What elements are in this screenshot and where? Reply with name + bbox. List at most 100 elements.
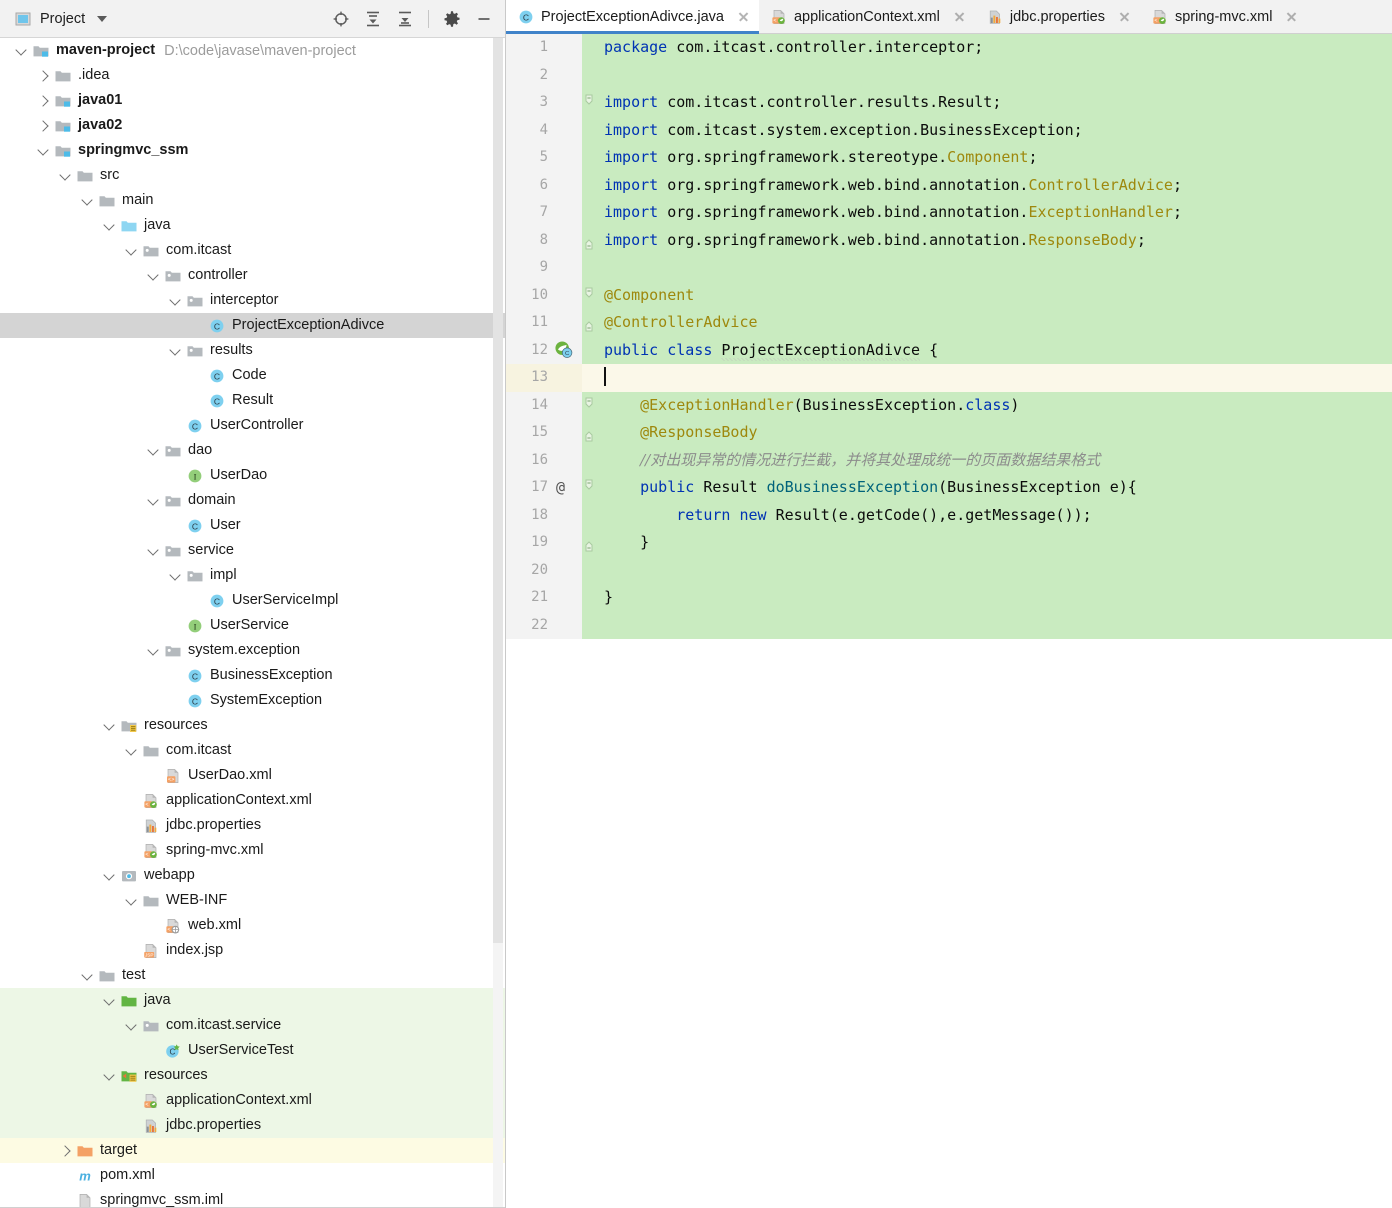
code-line[interactable]: 14 @ExceptionHandler(BusinessException.c… bbox=[506, 391, 1392, 420]
tree-node-projectexceptionadivce[interactable]: C ProjectExceptionAdivce bbox=[0, 313, 505, 338]
code-line[interactable]: 16 //对出现异常的情况进行拦截，并将其处理成统一的页面数据结果格式 bbox=[506, 446, 1392, 474]
tree-node-webapp[interactable]: webapp bbox=[0, 863, 505, 888]
chevron-down-icon[interactable] bbox=[58, 168, 74, 184]
chevron-down-icon[interactable] bbox=[80, 193, 96, 209]
tree-node-code[interactable]: C Code bbox=[0, 363, 505, 388]
tree-node-java[interactable]: java bbox=[0, 213, 505, 238]
tree-node-test[interactable]: test bbox=[0, 963, 505, 988]
tree-node-resources[interactable]: resources bbox=[0, 1063, 505, 1088]
code-line[interactable]: 2 bbox=[506, 61, 1392, 89]
code-line[interactable]: 1 package com.itcast.controller.intercept… bbox=[506, 34, 1392, 62]
chevron-down-icon[interactable] bbox=[146, 493, 162, 509]
tree-node-java02[interactable]: java02 bbox=[0, 113, 505, 138]
tree-node-main[interactable]: main bbox=[0, 188, 505, 213]
close-icon[interactable] bbox=[953, 10, 966, 23]
chevron-down-icon[interactable] bbox=[14, 43, 30, 59]
tree-node-usercontroller[interactable]: C UserController bbox=[0, 413, 505, 438]
code-line[interactable]: 17 @ public Result doBusinessException(Bu… bbox=[506, 474, 1392, 502]
tree-node-userdao-xml[interactable]: <> UserDao.xml bbox=[0, 763, 505, 788]
tree-node-dao[interactable]: dao bbox=[0, 438, 505, 463]
tree-node-jdbc-properties[interactable]: jdbc.properties bbox=[0, 1113, 505, 1138]
tree-node-applicationcontext-xml[interactable]: < applicationContext.xml bbox=[0, 1088, 505, 1113]
code-line[interactable]: 12 Cpublic class ProjectExceptionAdivce { bbox=[506, 336, 1392, 364]
chevron-down-icon[interactable] bbox=[124, 743, 140, 759]
chevron-down-icon[interactable] bbox=[36, 143, 52, 159]
code-fold-handle[interactable] bbox=[582, 474, 596, 502]
code-line[interactable]: 8 import org.springframework.web.bind.ann… bbox=[506, 226, 1392, 254]
code-line[interactable]: 15 @ResponseBody bbox=[506, 419, 1392, 447]
tree-node-pom-xml[interactable]: m pom.xml bbox=[0, 1163, 505, 1188]
collapse-all-icon[interactable] bbox=[396, 10, 414, 28]
chevron-right-icon[interactable] bbox=[36, 68, 52, 84]
chevron-down-icon[interactable] bbox=[97, 15, 108, 22]
editor-tab-projectexceptionadivce-java[interactable]: C ProjectExceptionAdivce.java bbox=[506, 0, 759, 34]
tree-node-userserviceimpl[interactable]: C UserServiceImpl bbox=[0, 588, 505, 613]
tree-node-domain[interactable]: domain bbox=[0, 488, 505, 513]
code-fold-handle[interactable] bbox=[582, 89, 596, 117]
editor-tab-spring-mvc-xml[interactable]: < spring-mvc.xml bbox=[1139, 0, 1308, 33]
override-marker[interactable]: @ bbox=[552, 474, 582, 502]
tree-node-impl[interactable]: impl bbox=[0, 563, 505, 588]
code-line[interactable]: 18 return new Result(e.getCode(),e.getMe… bbox=[506, 501, 1392, 529]
tree-node-com-itcast[interactable]: com.itcast bbox=[0, 738, 505, 763]
tree-node-controller[interactable]: controller bbox=[0, 263, 505, 288]
close-icon[interactable] bbox=[1118, 10, 1131, 23]
code-line[interactable]: 20 bbox=[506, 556, 1392, 584]
chevron-down-icon[interactable] bbox=[102, 993, 118, 1009]
chevron-down-icon[interactable] bbox=[102, 718, 118, 734]
code-line[interactable]: 19 } bbox=[506, 529, 1392, 557]
locate-in-tree-icon[interactable] bbox=[332, 10, 350, 28]
chevron-down-icon[interactable] bbox=[80, 968, 96, 984]
tree-node-user[interactable]: C User bbox=[0, 513, 505, 538]
project-tree-scrollbar-thumb[interactable] bbox=[493, 38, 503, 943]
tree-node-userservice[interactable]: I UserService bbox=[0, 613, 505, 638]
chevron-down-icon[interactable] bbox=[146, 543, 162, 559]
chevron-down-icon[interactable] bbox=[168, 568, 184, 584]
tree-node-idea[interactable]: .idea bbox=[0, 63, 505, 88]
chevron-down-icon[interactable] bbox=[124, 1018, 140, 1034]
code-fold-handle[interactable] bbox=[582, 309, 596, 337]
code-line[interactable]: 3 import com.itcast.controller.results.Re… bbox=[506, 89, 1392, 117]
tree-node-applicationcontext-xml[interactable]: < applicationContext.xml bbox=[0, 788, 505, 813]
expand-all-icon[interactable] bbox=[364, 10, 382, 28]
hide-panel-icon[interactable] bbox=[475, 10, 493, 28]
code-line[interactable]: 9 bbox=[506, 254, 1392, 282]
close-icon[interactable] bbox=[737, 10, 750, 23]
tree-node-maven-project[interactable]: maven-project D:\code\javase\maven-projec… bbox=[0, 38, 505, 63]
tree-node-businessexception[interactable]: C BusinessException bbox=[0, 663, 505, 688]
tree-node-userdao[interactable]: I UserDao bbox=[0, 463, 505, 488]
chevron-down-icon[interactable] bbox=[146, 268, 162, 284]
chevron-right-icon[interactable] bbox=[36, 93, 52, 109]
chevron-down-icon[interactable] bbox=[124, 893, 140, 909]
code-fold-handle[interactable] bbox=[582, 392, 596, 420]
tree-node-index-jsp[interactable]: JSP index.jsp bbox=[0, 938, 505, 963]
tree-node-result[interactable]: C Result bbox=[0, 388, 505, 413]
project-tree-scroll[interactable]: maven-project D:\code\javase\maven-projec… bbox=[0, 38, 505, 1208]
project-tree-scrollbar[interactable] bbox=[493, 38, 503, 1208]
code-fold-handle[interactable] bbox=[582, 529, 596, 557]
tree-node-web-xml[interactable]: < web.xml bbox=[0, 913, 505, 938]
project-title-group[interactable]: Project bbox=[14, 10, 108, 28]
tree-node-service[interactable]: service bbox=[0, 538, 505, 563]
code-fold-handle[interactable] bbox=[582, 282, 596, 310]
chevron-down-icon[interactable] bbox=[168, 343, 184, 359]
chevron-down-icon[interactable] bbox=[168, 293, 184, 309]
tree-node-interceptor[interactable]: interceptor bbox=[0, 288, 505, 313]
chevron-down-icon[interactable] bbox=[146, 643, 162, 659]
chevron-right-icon[interactable] bbox=[36, 118, 52, 134]
chevron-down-icon[interactable] bbox=[102, 868, 118, 884]
code-line[interactable]: 4 import com.itcast.system.exception.Busi… bbox=[506, 116, 1392, 144]
tree-node-com-itcast[interactable]: com.itcast bbox=[0, 238, 505, 263]
tree-node-system-exception[interactable]: system.exception bbox=[0, 638, 505, 663]
code-fold-handle[interactable] bbox=[582, 419, 596, 447]
code-line[interactable]: 5 import org.springframework.stereotype.C… bbox=[506, 144, 1392, 172]
tree-node-java[interactable]: java bbox=[0, 988, 505, 1013]
editor-tab-applicationcontext-xml[interactable]: < applicationContext.xml bbox=[758, 0, 975, 33]
code-line[interactable]: 11 @ControllerAdvice bbox=[506, 309, 1392, 337]
spring-bean-icon[interactable]: C bbox=[552, 336, 582, 364]
settings-gear-icon[interactable] bbox=[443, 10, 461, 28]
tree-node-com-itcast-service[interactable]: com.itcast.service bbox=[0, 1013, 505, 1038]
tree-node-resources[interactable]: resources bbox=[0, 713, 505, 738]
code-line[interactable]: 7 import org.springframework.web.bind.ann… bbox=[506, 199, 1392, 227]
tree-node-userservicetest[interactable]: C UserServiceTest bbox=[0, 1038, 505, 1063]
